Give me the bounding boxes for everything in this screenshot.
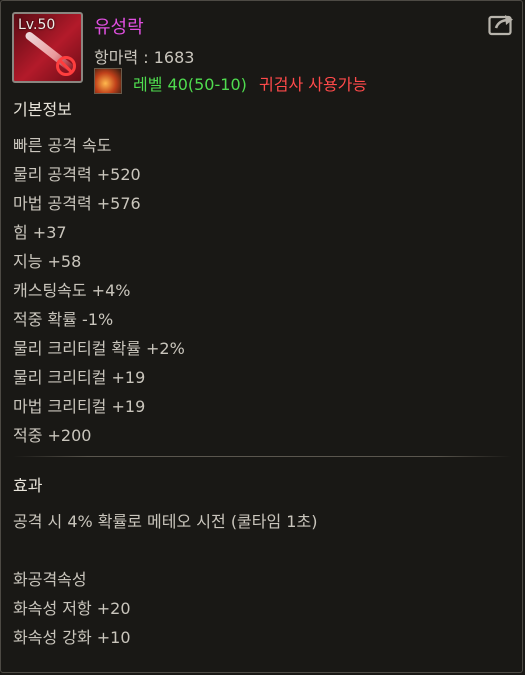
- stat-line: 캐스팅속도 +4%: [13, 281, 131, 300]
- item-sword-icon: Lv.50: [12, 12, 83, 83]
- effect-line: 공격 시 4% 확률로 메테오 시전 (쿨타임 1초): [13, 512, 318, 531]
- stat-line: 마법 공격력 +576: [13, 194, 141, 213]
- stat-line: 물리 크리티컬 +19: [13, 368, 146, 387]
- stat-line: 빠른 공격 속도: [13, 136, 112, 155]
- required-class: 귀검사 사용가능: [259, 75, 368, 94]
- stat-line: 마법 크리티컬 +19: [13, 397, 146, 416]
- item-name: 유성락: [94, 17, 144, 38]
- effect-line: 화속성 강화 +10: [13, 628, 131, 647]
- stat-line: 적중 +200: [13, 426, 92, 445]
- combat-power: 항마력 : 1683: [94, 48, 195, 67]
- effect-line: 화속성 저항 +20: [13, 599, 131, 618]
- stat-line: 물리 공격력 +520: [13, 165, 141, 184]
- stat-line: 지능 +58: [13, 252, 82, 271]
- stat-line: 물리 크리티컬 확률 +2%: [13, 339, 185, 358]
- required-level: 레벨 40(50-10): [133, 75, 247, 94]
- section-divider: [13, 456, 511, 457]
- basic-info-heading: 기본정보: [13, 100, 72, 119]
- stat-line: 적중 확률 -1%: [13, 310, 114, 329]
- effect-heading: 효과: [13, 476, 43, 495]
- share-icon[interactable]: [488, 12, 516, 36]
- unusable-icon: [56, 56, 76, 76]
- level-badge: Lv.50: [18, 17, 56, 33]
- item-tooltip: Lv.50 유성락 항마력 : 1683 레벨 40(50-10) 귀검사 사용…: [0, 0, 523, 673]
- stat-line: 힘 +37: [13, 223, 67, 242]
- effect-line: 화공격속성: [13, 570, 87, 589]
- class-icon: [94, 68, 122, 94]
